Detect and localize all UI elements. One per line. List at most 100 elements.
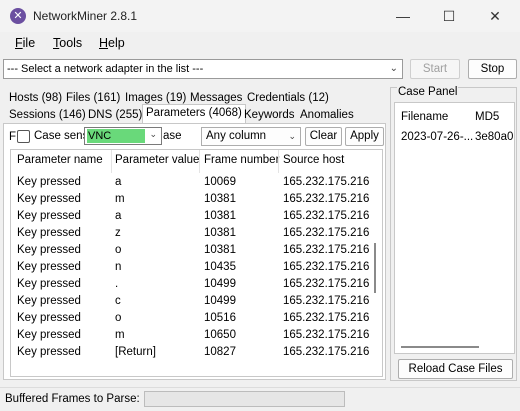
cell-frame-number: 10499 <box>204 278 236 290</box>
cell-parameter-name: Key pressed <box>17 312 81 324</box>
table-row[interactable]: Key pressed [Return] 10827 165.232.175.2… <box>11 346 371 363</box>
cell-parameter-value: m <box>115 193 125 205</box>
cell-frame-number: 10381 <box>204 210 236 222</box>
case-sensitive-checkbox[interactable] <box>17 130 30 143</box>
tab-credentials[interactable]: Credentials (12) <box>243 89 333 106</box>
table-row[interactable]: Key pressed z 10381 165.232.175.216 <box>11 227 371 244</box>
window-title: NetworkMiner 2.8.1 <box>33 9 138 23</box>
case-file-md5[interactable]: 3e80a0... <box>475 131 514 143</box>
filter-input-value: VNC <box>87 129 145 143</box>
tab-parameters[interactable]: Parameters (4068) <box>142 104 246 123</box>
maximize-button[interactable]: ☐ <box>426 0 472 32</box>
table-row[interactable]: Key pressed . 10499 165.232.175.216 <box>11 278 371 295</box>
cell-parameter-value: [Return] <box>115 346 156 358</box>
cell-parameter-value: . <box>115 278 119 290</box>
filter-label: F <box>9 131 17 143</box>
column-divider <box>199 150 200 173</box>
status-bar: Buffered Frames to Parse: <box>0 387 520 411</box>
chevron-down-icon: ⌄ <box>389 63 398 74</box>
case-panel-title: Case Panel <box>397 86 459 98</box>
cell-parameter-name: Key pressed <box>17 278 81 290</box>
cell-frame-number: 10069 <box>204 176 236 188</box>
networkminer-logo-icon: ✕ <box>10 8 26 24</box>
column-header-parameter-name[interactable]: Parameter name <box>17 154 103 166</box>
column-header-filename[interactable]: Filename <box>401 111 448 123</box>
cell-parameter-value: c <box>115 295 121 307</box>
table-row[interactable]: Key pressed o 10516 165.232.175.216 <box>11 312 371 329</box>
cell-frame-number: 10381 <box>204 227 236 239</box>
chevron-down-icon: ⌄ <box>288 131 296 141</box>
title-bar: ✕ NetworkMiner 2.8.1 — ☐ ✕ <box>0 0 520 32</box>
table-row[interactable]: Key pressed m 10381 165.232.175.216 <box>11 193 371 210</box>
cell-source-host: 165.232.175.216 <box>283 329 370 341</box>
cell-source-host: 165.232.175.216 <box>283 244 370 256</box>
cell-frame-number: 10650 <box>204 329 236 341</box>
match-mode-select[interactable]: ase <box>163 130 182 142</box>
cell-parameter-name: Key pressed <box>17 261 81 273</box>
cell-parameter-value: o <box>115 244 122 256</box>
cell-parameter-name: Key pressed <box>17 227 81 239</box>
cell-source-host: 165.232.175.216 <box>283 261 370 273</box>
cell-source-host: 165.232.175.216 <box>283 193 370 205</box>
clear-button[interactable]: Clear <box>305 127 342 146</box>
filter-input[interactable]: VNC ⌄ <box>84 127 162 145</box>
case-files-list: Filename MD5 2023-07-26-... 3e80a0... <box>394 102 515 354</box>
scrollbar-thumb[interactable] <box>374 243 376 293</box>
network-adapter-select[interactable]: --- Select a network adapter in the list… <box>3 59 403 79</box>
cell-source-host: 165.232.175.216 <box>283 176 370 188</box>
cell-source-host: 165.232.175.216 <box>283 227 370 239</box>
cell-parameter-value: a <box>115 210 122 222</box>
stop-button[interactable]: Stop <box>468 59 517 79</box>
column-scope-select[interactable]: Any column ⌄ <box>201 127 301 146</box>
tab-files[interactable]: Files (161) <box>62 89 124 106</box>
cell-frame-number: 10827 <box>204 346 236 358</box>
cell-source-host: 165.232.175.216 <box>283 210 370 222</box>
cell-frame-number: 10499 <box>204 295 236 307</box>
table-row[interactable]: Key pressed c 10499 165.232.175.216 <box>11 295 371 312</box>
grid-vertical-scrollbar[interactable] <box>369 150 382 376</box>
cell-source-host: 165.232.175.216 <box>283 346 370 358</box>
cell-parameter-value: m <box>115 329 125 341</box>
column-header-source-host[interactable]: Source host <box>283 154 344 166</box>
table-row[interactable]: Key pressed n 10435 165.232.175.216 <box>11 261 371 278</box>
adapter-select-value: --- Select a network adapter in the list… <box>7 63 204 75</box>
reload-case-files-button[interactable]: Reload Case Files <box>398 359 513 379</box>
cell-parameter-value: z <box>115 227 121 239</box>
apply-button[interactable]: Apply <box>345 127 384 146</box>
tab-sessions[interactable]: Sessions (146) <box>5 106 90 123</box>
menu-help[interactable]: Help <box>99 36 125 50</box>
cell-frame-number: 10381 <box>204 244 236 256</box>
tab-keywords[interactable]: Keywords <box>240 106 299 123</box>
column-header-md5[interactable]: MD5 <box>475 111 499 123</box>
tab-hosts[interactable]: Hosts (98) <box>5 89 66 106</box>
cell-frame-number: 10516 <box>204 312 236 324</box>
column-header-parameter-value[interactable]: Parameter value <box>115 154 199 166</box>
case-file-name[interactable]: 2023-07-26-... <box>401 131 473 143</box>
start-button[interactable]: Start <box>410 59 460 79</box>
parameters-grid: Parameter name Parameter value Frame num… <box>10 149 383 377</box>
cell-source-host: 165.232.175.216 <box>283 295 370 307</box>
table-row[interactable]: Key pressed a 10069 165.232.175.216 <box>11 176 371 193</box>
tab-anomalies[interactable]: Anomalies <box>296 106 358 123</box>
cell-source-host: 165.232.175.216 <box>283 312 370 324</box>
horizontal-scrollbar-thumb[interactable] <box>401 346 479 348</box>
table-row[interactable]: Key pressed a 10381 165.232.175.216 <box>11 210 371 227</box>
column-header-frame-number[interactable]: Frame number <box>204 154 279 166</box>
buffered-frames-progress <box>144 391 345 407</box>
cell-parameter-value: n <box>115 261 122 273</box>
tab-dns[interactable]: DNS (255) <box>84 106 146 123</box>
chevron-down-icon[interactable]: ⌄ <box>149 129 157 140</box>
cell-parameter-name: Key pressed <box>17 244 81 256</box>
table-row[interactable]: Key pressed m 10650 165.232.175.216 <box>11 329 371 346</box>
cell-frame-number: 10381 <box>204 193 236 205</box>
minimize-button[interactable]: — <box>380 0 426 32</box>
menu-tools[interactable]: Tools <box>53 36 82 50</box>
table-row[interactable]: Key pressed o 10381 165.232.175.216 <box>11 244 371 261</box>
close-button[interactable]: ✕ <box>472 0 518 32</box>
cell-source-host: 165.232.175.216 <box>283 278 370 290</box>
column-scope-value: Any column <box>206 130 267 142</box>
cell-parameter-name: Key pressed <box>17 176 81 188</box>
cell-parameter-name: Key pressed <box>17 295 81 307</box>
menu-file[interactable]: File <box>15 36 35 50</box>
cell-frame-number: 10435 <box>204 261 236 273</box>
